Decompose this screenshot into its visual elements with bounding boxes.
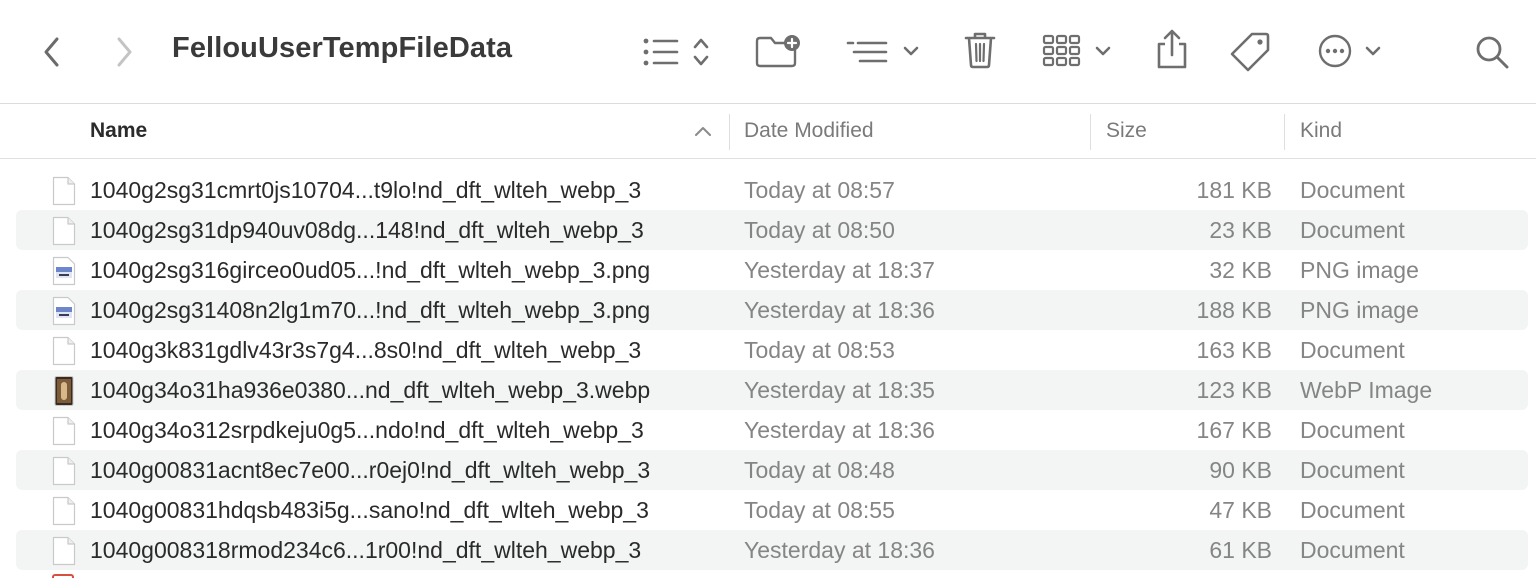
new-folder-icon: [755, 35, 800, 68]
chevron-left-icon: [44, 37, 59, 67]
file-size: 23 KB: [1209, 217, 1272, 243]
file-kind: Document: [1300, 337, 1405, 363]
file-row[interactable]: 1040g00831hdqsb483i5g...sano!nd_dft_wlte…: [16, 490, 1528, 530]
file-date-modified: Yesterday at 18:35: [744, 377, 935, 403]
column-header-name-label: Name: [90, 119, 148, 142]
list-view-icon: [643, 38, 709, 66]
document-icon: [52, 496, 76, 526]
file-date-modified: Yesterday at 18:36: [744, 297, 935, 323]
file-list: 1040g2sg31cmrt0js10704...t9lo!nd_dft_wlt…: [16, 170, 1528, 570]
file-name: 1040g2sg31408n2lg1m70...!nd_dft_wlteh_we…: [90, 297, 651, 323]
search-icon: [1476, 36, 1509, 69]
file-date-modified: Yesterday at 18:36: [744, 537, 935, 563]
forward-button[interactable]: [108, 34, 140, 70]
file-date-modified: Today at 08:48: [744, 457, 895, 483]
file-size: 181 KB: [1196, 177, 1272, 203]
partial-file-icon: [52, 574, 74, 578]
file-size: 163 KB: [1196, 337, 1272, 363]
trash-icon: [964, 32, 996, 69]
file-name: 1040g34o31ha936e0380...nd_dft_wlteh_webp…: [90, 377, 651, 403]
share-button[interactable]: [1154, 28, 1190, 72]
column-header-bar: Name Date Modified Size Kind: [0, 104, 1536, 159]
file-kind: Document: [1300, 537, 1405, 563]
file-date-modified: Today at 08:57: [744, 177, 895, 203]
column-header-date[interactable]: Date Modified: [744, 104, 1084, 158]
file-kind: PNG image: [1300, 297, 1419, 323]
search-button[interactable]: [1472, 32, 1512, 72]
webp-thumbnail-icon: [52, 376, 76, 406]
new-folder-button[interactable]: [754, 32, 802, 70]
file-row[interactable]: 1040g3k831gdlv43r3s7g4...8s0!nd_dft_wlte…: [16, 330, 1528, 370]
file-row[interactable]: 1040g34o312srpdkeju0g5...ndo!nd_dft_wlte…: [16, 410, 1528, 450]
column-divider[interactable]: [1090, 114, 1091, 150]
tag-button[interactable]: [1228, 30, 1272, 72]
file-size: 61 KB: [1209, 537, 1272, 563]
group-by-icon: [846, 41, 919, 63]
file-kind: WebP Image: [1300, 377, 1433, 403]
file-size: 167 KB: [1196, 417, 1272, 443]
file-kind: Document: [1300, 217, 1405, 243]
column-header-date-label: Date Modified: [744, 119, 874, 142]
file-name: 1040g3k831gdlv43r3s7g4...8s0!nd_dft_wlte…: [90, 337, 642, 363]
back-button[interactable]: [36, 34, 68, 70]
file-kind: Document: [1300, 497, 1405, 523]
icon-view-button[interactable]: [1040, 32, 1116, 70]
icon-grid-icon: [1042, 34, 1111, 67]
file-date-modified: Today at 08:50: [744, 217, 895, 243]
column-divider[interactable]: [729, 114, 730, 150]
file-size: 90 KB: [1209, 457, 1272, 483]
column-header-size[interactable]: Size: [1106, 104, 1276, 158]
file-row[interactable]: 1040g008318rmod234c6...1r00!nd_dft_wlteh…: [16, 530, 1528, 570]
toolbar: FellouUserTempFileData: [0, 0, 1536, 104]
file-kind: Document: [1300, 457, 1405, 483]
window-title: FellouUserTempFileData: [172, 32, 513, 64]
file-row[interactable]: 1040g2sg31cmrt0js10704...t9lo!nd_dft_wlt…: [16, 170, 1528, 210]
file-name: 1040g008318rmod234c6...1r00!nd_dft_wlteh…: [90, 537, 642, 563]
file-row[interactable]: 1040g00831acnt8ec7e00...r0ej0!nd_dft_wlt…: [16, 450, 1528, 490]
column-divider[interactable]: [1284, 114, 1285, 150]
document-icon: [52, 456, 76, 486]
file-row[interactable]: 1040g2sg31408n2lg1m70...!nd_dft_wlteh_we…: [16, 290, 1528, 330]
document-icon: [52, 536, 76, 566]
document-icon: [52, 416, 76, 446]
file-name: 1040g00831hdqsb483i5g...sano!nd_dft_wlte…: [90, 497, 649, 523]
file-name: 1040g2sg31dp940uv08dg...148!nd_dft_wlteh…: [90, 217, 644, 243]
sort-ascending-icon[interactable]: [692, 122, 714, 140]
group-by-button[interactable]: [844, 34, 924, 70]
column-header-name[interactable]: Name: [90, 104, 730, 158]
file-date-modified: Today at 08:55: [744, 497, 895, 523]
file-name: 1040g00831acnt8ec7e00...r0ej0!nd_dft_wlt…: [90, 457, 651, 483]
file-row[interactable]: 1040g34o31ha936e0380...nd_dft_wlteh_webp…: [16, 370, 1528, 410]
png-image-icon: [52, 256, 76, 286]
tag-icon: [1230, 32, 1270, 72]
file-row[interactable]: 1040g2sg316girceo0ud05...!nd_dft_wlteh_w…: [16, 250, 1528, 290]
png-image-icon: [52, 296, 76, 326]
document-icon: [52, 336, 76, 366]
file-name: 1040g34o312srpdkeju0g5...ndo!nd_dft_wlte…: [90, 417, 644, 443]
file-size: 47 KB: [1209, 497, 1272, 523]
file-date-modified: Yesterday at 18:37: [744, 257, 935, 283]
file-kind: PNG image: [1300, 257, 1419, 283]
ellipsis-circle-icon: [1318, 34, 1381, 68]
file-date-modified: Yesterday at 18:36: [744, 417, 935, 443]
share-icon: [1157, 29, 1187, 69]
file-name: 1040g2sg316girceo0ud05...!nd_dft_wlteh_w…: [90, 257, 651, 283]
view-options-button[interactable]: [640, 34, 716, 70]
file-size: 32 KB: [1209, 257, 1272, 283]
file-kind: Document: [1300, 177, 1405, 203]
more-actions-button[interactable]: [1316, 32, 1386, 70]
file-size: 188 KB: [1196, 297, 1272, 323]
file-date-modified: Today at 08:53: [744, 337, 895, 363]
document-icon: [52, 216, 76, 246]
column-header-size-label: Size: [1106, 119, 1147, 142]
file-row[interactable]: 1040g2sg31dp940uv08dg...148!nd_dft_wlteh…: [16, 210, 1528, 250]
column-header-kind-label: Kind: [1300, 119, 1343, 142]
document-icon: [52, 176, 76, 206]
chevron-right-icon: [117, 37, 132, 67]
trash-button[interactable]: [962, 30, 998, 70]
file-name: 1040g2sg31cmrt0js10704...t9lo!nd_dft_wlt…: [90, 177, 642, 203]
file-size: 123 KB: [1196, 377, 1272, 403]
column-header-kind[interactable]: Kind: [1300, 104, 1520, 158]
file-kind: Document: [1300, 417, 1405, 443]
